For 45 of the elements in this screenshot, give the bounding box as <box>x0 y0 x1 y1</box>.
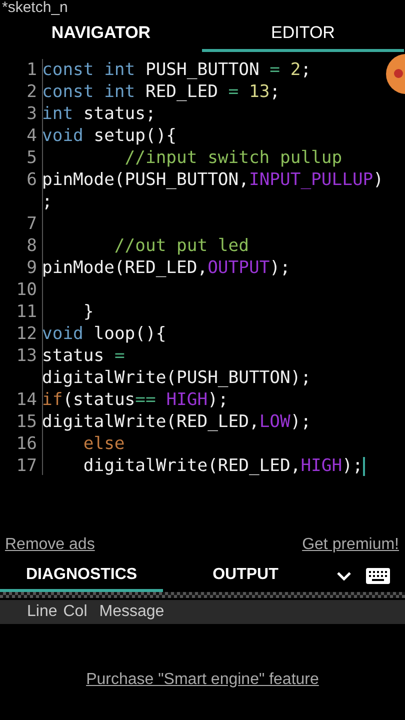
chevron-down-icon[interactable] <box>336 570 352 582</box>
purchase-link[interactable]: Purchase "Smart engine" feature <box>86 671 319 689</box>
premium-link[interactable]: Get premium! <box>302 536 399 554</box>
code-line: pinMode(RED_LED,OUTPUT); <box>41 257 290 279</box>
text-cursor <box>362 457 365 476</box>
code-line: void loop(){ <box>41 323 166 345</box>
line-number: 10 <box>15 279 38 301</box>
line-number: 5 <box>26 147 38 169</box>
code-line: int status; <box>41 103 156 125</box>
line-number: 9 <box>26 257 38 279</box>
window-title: *sketch_n <box>1 0 68 16</box>
line-number: 15 <box>15 411 38 433</box>
tab[interactable]: NAVIGATOR <box>0 16 202 52</box>
code-line: //out put led <box>113 235 249 257</box>
line-number: 4 <box>26 125 38 147</box>
column-header: Col <box>63 603 88 621</box>
code-line: const int PUSH_BUTTON = 2; <box>41 59 312 81</box>
line-number: 13 <box>15 345 38 368</box>
remove-ads-link[interactable]: Remove ads <box>5 536 95 554</box>
keyboard-icon[interactable] <box>366 568 390 584</box>
code-line: void setup(){ <box>41 125 177 147</box>
code-line: digitalWrite(RED_LED,LOW); <box>41 411 312 433</box>
line-number: 1 <box>26 59 38 81</box>
code-line: } <box>82 301 94 323</box>
tab[interactable]: OUTPUT <box>163 560 328 592</box>
line-number: 2 <box>26 81 38 103</box>
tab[interactable]: EDITOR <box>202 16 404 52</box>
code-line: const int RED_LED = 13; <box>41 81 280 103</box>
code-line: status = digitalWrite(PUSH_BUTTON); <box>41 345 312 389</box>
code-line: pinMode(PUSH_BUTTON,INPUT_PULLUP) ; <box>41 169 384 213</box>
code-line: //input switch pullup <box>124 147 342 169</box>
line-number: 8 <box>26 235 38 257</box>
line-number: 16 <box>15 433 38 455</box>
code-line: digitalWrite(RED_LED,HIGH); <box>82 455 363 477</box>
line-number: 3 <box>26 103 38 125</box>
line-number: 6 <box>26 169 38 192</box>
code-line: if(status== HIGH); <box>41 389 228 411</box>
line-number: 14 <box>15 389 38 411</box>
column-header: Message <box>99 603 164 621</box>
line-number: 17 <box>15 455 38 477</box>
line-number: 12 <box>15 323 38 345</box>
column-header: Line <box>27 603 58 621</box>
line-number: 11 <box>15 301 38 323</box>
code-line: else <box>82 433 125 455</box>
line-number: 7 <box>26 213 38 235</box>
